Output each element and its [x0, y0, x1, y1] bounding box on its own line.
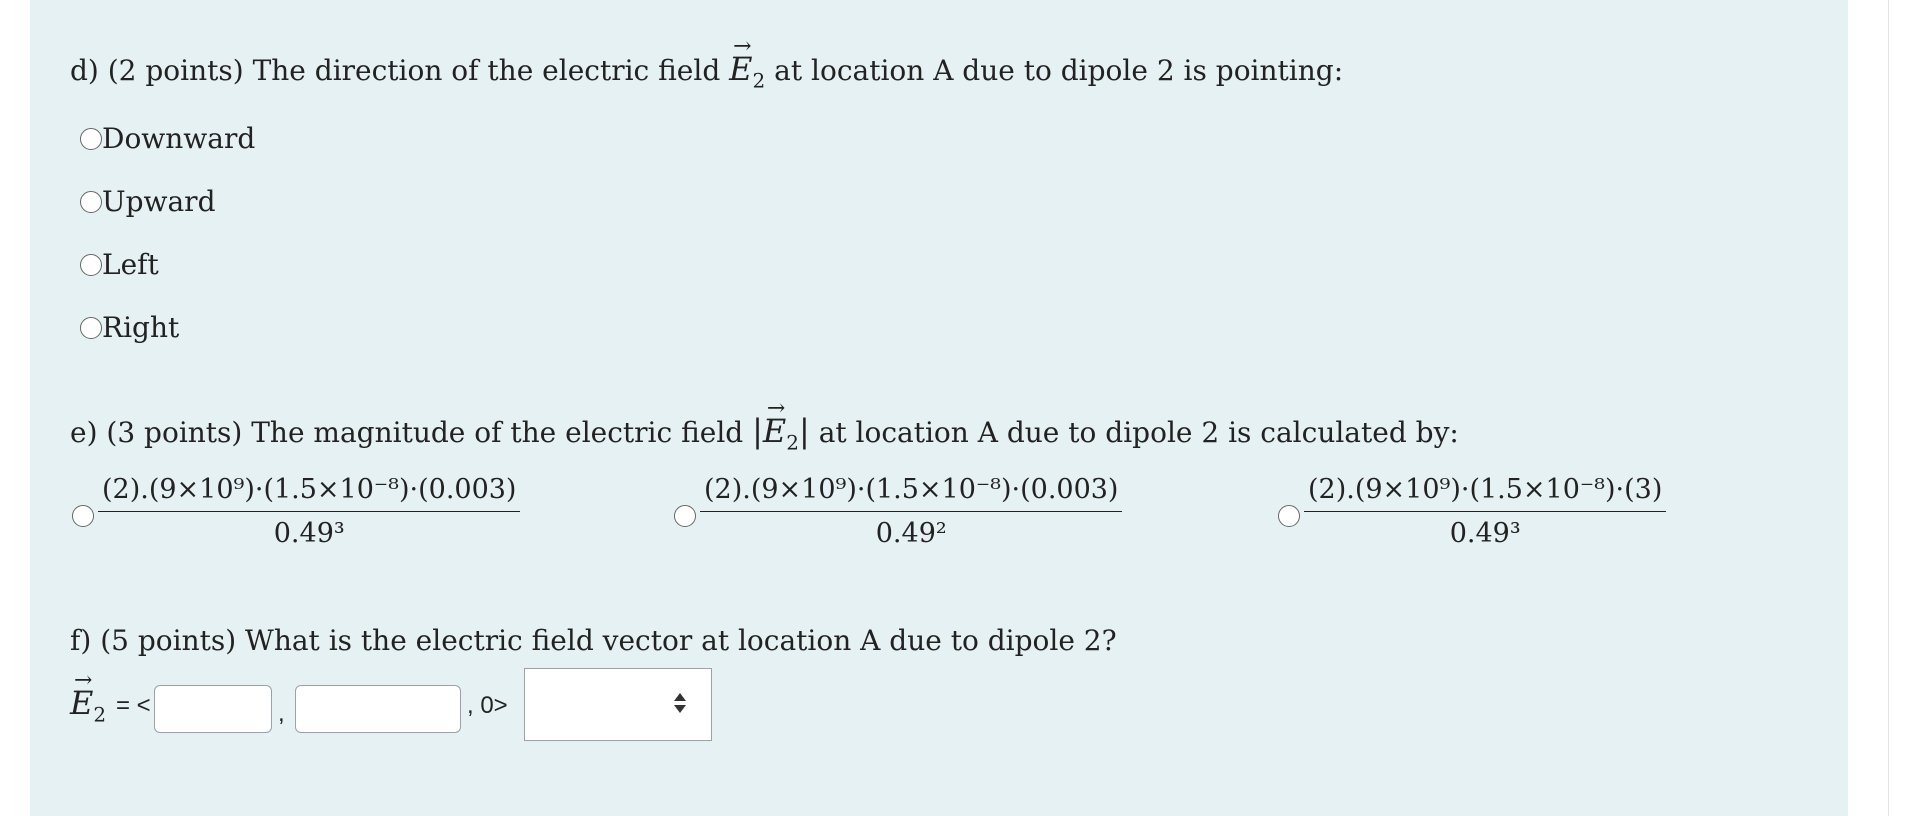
option-upward-label: Upward	[102, 185, 216, 218]
select-caret-icon	[674, 693, 686, 713]
radio-upward[interactable]	[80, 190, 102, 213]
field-x-input[interactable]	[154, 685, 272, 733]
option-e-3[interactable]: (2).(9×10⁹)·(1.5×10⁻⁸)·(3) 0.49³	[1278, 474, 1667, 549]
option-e-1[interactable]: (2).(9×10⁹)·(1.5×10⁻⁸)·(0.003) 0.49³	[72, 474, 521, 549]
option-left[interactable]: Left	[80, 248, 159, 281]
e2-answer-symbol: → E2	[70, 668, 107, 727]
question-f-text: f) (5 points) What is the electric field…	[70, 624, 1117, 657]
unit-select[interactable]	[524, 668, 712, 741]
fraction-e-3-numerator: (2).(9×10⁹)·(1.5×10⁻⁸)·(3)	[1304, 474, 1667, 512]
radio-e-2[interactable]	[674, 504, 696, 527]
question-e-text-pre: e) (3 points) The magnitude of the elect…	[70, 416, 744, 449]
fraction-e-1-denominator: 0.49³	[273, 518, 345, 549]
question-d-text-post: at location A due to dipole 2 is pointin…	[774, 54, 1344, 87]
radio-e-1[interactable]	[72, 504, 94, 527]
option-downward-label: Downward	[102, 122, 256, 155]
e2-vector-symbol: → E2	[729, 34, 766, 93]
option-downward[interactable]: Downward	[80, 122, 255, 155]
radio-left[interactable]	[80, 253, 102, 276]
fraction-e-1: (2).(9×10⁹)·(1.5×10⁻⁸)·(0.003) 0.49³	[98, 474, 521, 549]
option-left-label: Left	[102, 248, 159, 281]
fraction-e-3-denominator: 0.49³	[1449, 518, 1521, 549]
option-right-label: Right	[102, 311, 180, 344]
option-upward[interactable]: Upward	[80, 185, 216, 218]
field-y-input[interactable]	[295, 685, 461, 733]
scrollbar[interactable]	[1888, 0, 1930, 816]
question-d-text-pre: d) (2 points) The direction of the elect…	[70, 54, 721, 87]
radio-right[interactable]	[80, 316, 102, 339]
comma-separator: ,	[278, 700, 285, 727]
option-right[interactable]: Right	[80, 311, 179, 344]
radio-e-3[interactable]	[1278, 504, 1300, 527]
question-e-text-post: at location A due to dipole 2 is calcula…	[818, 416, 1459, 449]
radio-downward[interactable]	[80, 127, 102, 150]
fraction-e-2-numerator: (2).(9×10⁹)·(1.5×10⁻⁸)·(0.003)	[700, 474, 1123, 512]
question-f-prompt: f) (5 points) What is the electric field…	[70, 624, 1117, 657]
fraction-e-3: (2).(9×10⁹)·(1.5×10⁻⁸)·(3) 0.49³	[1304, 474, 1667, 549]
e2-magnitude-symbol: → E2	[762, 396, 799, 455]
equals-bracket-label: = <	[116, 692, 151, 719]
question-e-prompt: e) (3 points) The magnitude of the elect…	[70, 396, 1459, 455]
question-d-prompt: d) (2 points) The direction of the elect…	[70, 34, 1344, 93]
option-e-2[interactable]: (2).(9×10⁹)·(1.5×10⁻⁸)·(0.003) 0.49²	[674, 474, 1123, 549]
z-component-label: , 0>	[467, 692, 508, 719]
fraction-e-2: (2).(9×10⁹)·(1.5×10⁻⁸)·(0.003) 0.49²	[700, 474, 1123, 549]
fraction-e-1-numerator: (2).(9×10⁹)·(1.5×10⁻⁸)·(0.003)	[98, 474, 521, 512]
fraction-e-2-denominator: 0.49²	[875, 518, 947, 549]
